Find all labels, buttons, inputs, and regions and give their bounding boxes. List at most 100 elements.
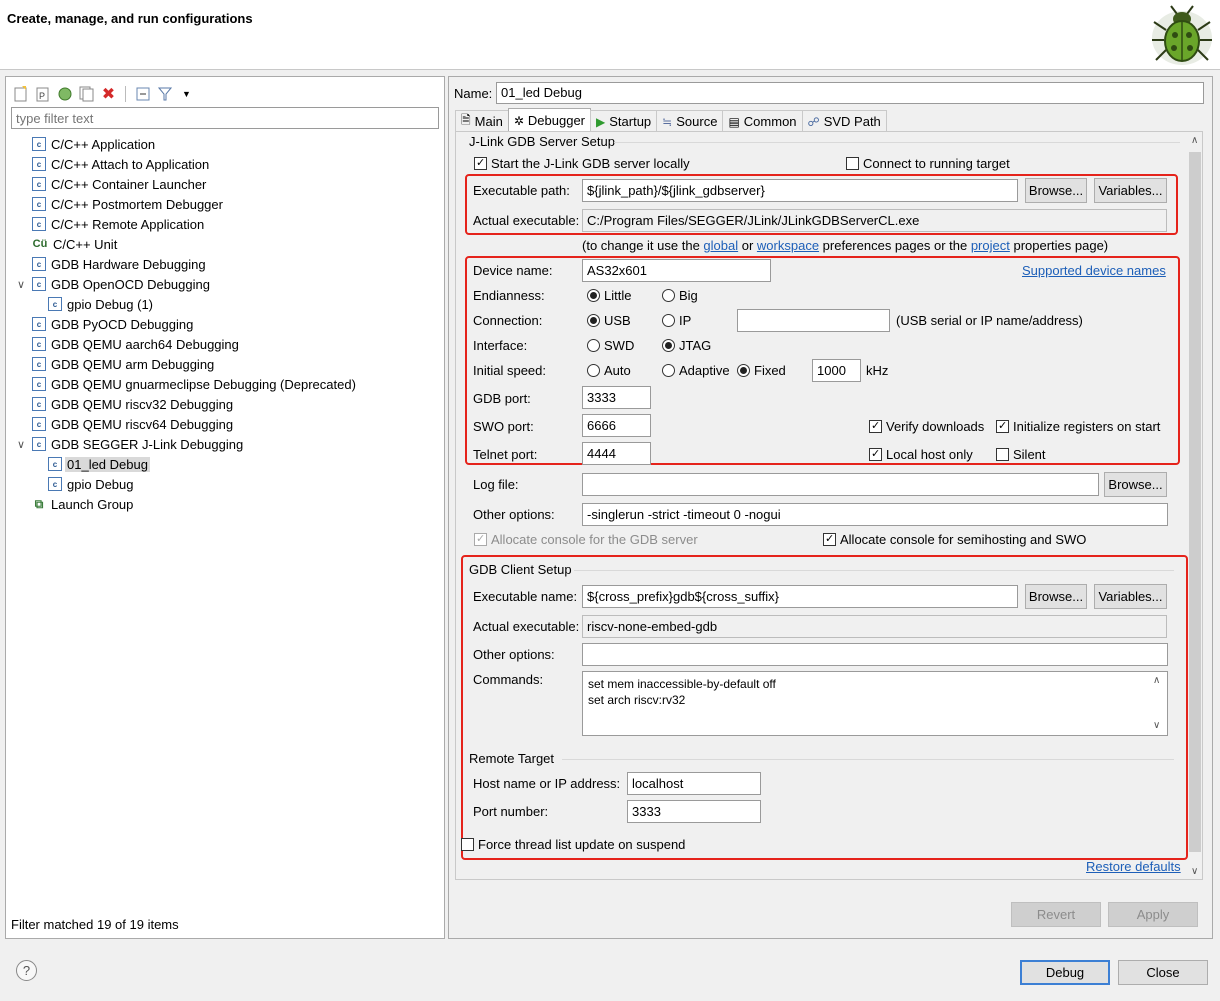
tab-main[interactable]: 🗎 Main (455, 110, 509, 132)
tree-item[interactable]: Cü C/C++ Unit (32, 234, 117, 254)
tree-item[interactable]: c C/C++ Remote Application (32, 214, 204, 234)
exec-path-input[interactable]: ${jlink_path}/${jlink_gdbserver} (582, 179, 1018, 202)
scrollbar-thumb[interactable] (1189, 152, 1201, 852)
connection-ip-radio[interactable]: IP (662, 313, 691, 328)
tab-svd-path[interactable]: ☍ SVD Path (801, 110, 887, 132)
speed-fixed-radio[interactable]: Fixed (737, 363, 786, 378)
c-config-icon: c (32, 177, 46, 191)
client-variables-button[interactable]: Variables... (1094, 584, 1167, 609)
tab-source[interactable]: ≒ Source (656, 110, 724, 132)
tree-item[interactable]: c C/C++ Application (32, 134, 155, 154)
tree-item[interactable]: c C/C++ Postmortem Debugger (32, 194, 223, 214)
commands-textarea[interactable]: set mem inaccessible-by-default off set … (582, 671, 1168, 736)
server-other-options-input[interactable]: -singlerun -strict -timeout 0 -nogui (582, 503, 1168, 526)
log-browse-button[interactable]: Browse... (1104, 472, 1167, 497)
endian-big-radio[interactable]: Big (662, 288, 698, 303)
host-label: Host name or IP address: (473, 776, 621, 791)
chevron-down-icon[interactable]: ∨ (17, 438, 25, 451)
alloc-semihosting-checkbox[interactable]: Allocate console for semihosting and SWO (823, 532, 1086, 547)
scroll-down-icon[interactable]: ∨ (1153, 720, 1160, 731)
tree-item[interactable]: c GDB QEMU riscv64 Debugging (32, 414, 233, 434)
filter-icon[interactable] (156, 86, 173, 103)
local-host-only-checkbox[interactable]: Local host only (869, 447, 973, 462)
tree-item[interactable]: c gpio Debug (1) (48, 294, 153, 314)
interface-swd-radio[interactable]: SWD (587, 338, 634, 353)
c-config-icon: c (32, 417, 46, 431)
tree-item[interactable]: c GDB OpenOCD Debugging (32, 274, 210, 294)
alloc-gdb-console-checkbox[interactable]: Allocate console for the GDB server (474, 532, 698, 547)
connect-running-checkbox[interactable]: Connect to running target (846, 156, 1010, 171)
init-registers-checkbox[interactable]: Initialize registers on start (996, 419, 1160, 434)
tab-startup[interactable]: ▶ Startup (590, 110, 658, 132)
swo-port-input[interactable]: 6666 (582, 414, 651, 437)
dialog-header: Create, manage, and run configurations (0, 0, 1220, 70)
tab-debugger[interactable]: ✲ Debugger (507, 108, 592, 132)
apply-button[interactable]: Apply (1108, 902, 1198, 927)
port-number-label: Port number: (473, 804, 549, 819)
host-input[interactable]: localhost (627, 772, 761, 795)
filter-input[interactable] (11, 107, 439, 129)
tree-item[interactable]: c GDB PyOCD Debugging (32, 314, 193, 334)
scroll-down-icon[interactable]: ∨ (1191, 866, 1198, 877)
port-number-input[interactable]: 3333 (627, 800, 761, 823)
endian-little-radio[interactable]: Little (587, 288, 631, 303)
new-config-icon[interactable] (12, 86, 29, 103)
checkbox-box (996, 448, 1009, 461)
tree-toolbar: P ✖ ▼ (12, 83, 195, 105)
duplicate-config-icon[interactable] (78, 86, 95, 103)
telnet-port-input[interactable]: 4444 (582, 442, 651, 465)
tree-item[interactable]: c gpio Debug (48, 474, 134, 494)
workspace-link[interactable]: workspace (757, 238, 819, 253)
global-link[interactable]: global (703, 238, 738, 253)
usb-ip-input[interactable] (737, 309, 890, 332)
tree-item[interactable]: c GDB QEMU aarch64 Debugging (32, 334, 239, 354)
device-name-label: Device name: (473, 263, 553, 278)
scroll-up-icon[interactable]: ∧ (1191, 135, 1198, 146)
force-thread-checkbox[interactable]: Force thread list update on suspend (461, 837, 685, 852)
gdb-port-input[interactable]: 3333 (582, 386, 651, 409)
debug-button[interactable]: Debug (1020, 960, 1110, 985)
speed-input[interactable]: 1000 (812, 359, 861, 382)
speed-adaptive-radio[interactable]: Adaptive (662, 363, 730, 378)
tab-common[interactable]: ▤ Common (722, 110, 803, 132)
restore-defaults-link[interactable]: Restore defaults (1086, 859, 1181, 874)
delete-config-icon[interactable]: ✖ (100, 86, 117, 103)
supported-devices-link[interactable]: Supported device names (1022, 263, 1166, 278)
export-config-icon[interactable] (56, 86, 73, 103)
speed-auto-radio[interactable]: Auto (587, 363, 631, 378)
log-file-input[interactable] (582, 473, 1099, 496)
tree-item[interactable]: ⧉ Launch Group (32, 494, 133, 514)
help-icon[interactable]: ? (16, 960, 37, 981)
collapse-all-icon[interactable] (134, 86, 151, 103)
tree-item[interactable]: c GDB Hardware Debugging (32, 254, 206, 274)
start-locally-checkbox[interactable]: Start the J-Link GDB server locally (474, 156, 690, 171)
client-browse-button[interactable]: Browse... (1025, 584, 1087, 609)
name-input[interactable]: 01_led Debug (496, 82, 1204, 104)
tree-item[interactable]: c GDB QEMU riscv32 Debugging (32, 394, 233, 414)
variables-button[interactable]: Variables... (1094, 178, 1167, 203)
chevron-down-icon[interactable]: ∨ (17, 278, 25, 291)
filter-menu-chevron-down-icon[interactable]: ▼ (178, 86, 195, 103)
device-name-input[interactable]: AS32x601 (582, 259, 771, 282)
new-prototype-icon[interactable]: P (34, 86, 51, 103)
scroll-up-icon[interactable]: ∧ (1153, 675, 1160, 686)
radio-dot (662, 339, 675, 352)
tree-item[interactable]: c C/C++ Container Launcher (32, 174, 206, 194)
connection-usb-radio[interactable]: USB (587, 313, 631, 328)
tree-item[interactable]: c GDB QEMU gnuarmeclipse Debugging (Depre… (32, 374, 356, 394)
browse-button[interactable]: Browse... (1025, 178, 1087, 203)
revert-button[interactable]: Revert (1011, 902, 1101, 927)
close-button[interactable]: Close (1118, 960, 1208, 985)
project-link[interactable]: project (971, 238, 1010, 253)
verify-downloads-checkbox[interactable]: Verify downloads (869, 419, 984, 434)
silent-checkbox[interactable]: Silent (996, 447, 1046, 462)
tree-item-selected[interactable]: c 01_led Debug (48, 454, 150, 474)
tree-item[interactable]: c GDB SEGGER J-Link Debugging (32, 434, 243, 454)
client-other-options-label: Other options: (473, 647, 555, 662)
exec-name-input[interactable]: ${cross_prefix}gdb${cross_suffix} (582, 585, 1018, 608)
client-other-options-input[interactable] (582, 643, 1168, 666)
server-other-options-label: Other options: (473, 507, 555, 522)
tree-item[interactable]: c GDB QEMU arm Debugging (32, 354, 214, 374)
interface-jtag-radio[interactable]: JTAG (662, 338, 711, 353)
tree-item[interactable]: c C/C++ Attach to Application (32, 154, 209, 174)
